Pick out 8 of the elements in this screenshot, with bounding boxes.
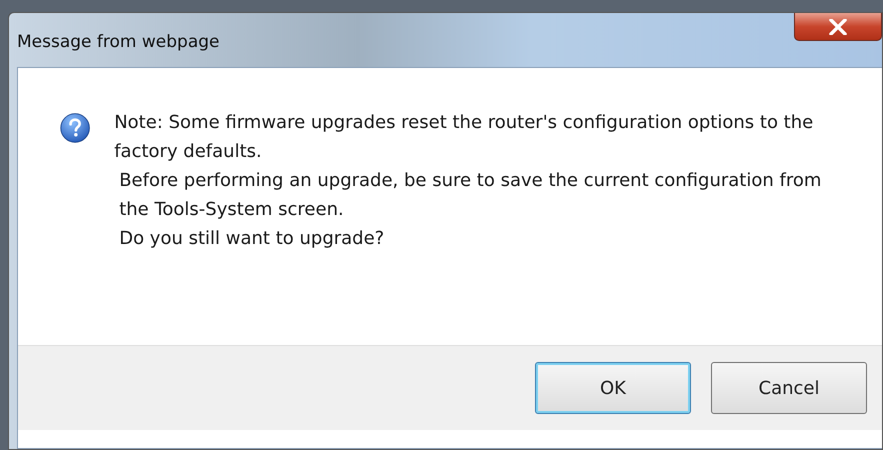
close-icon (829, 18, 847, 34)
message-text: Note: Some firmware upgrades reset the router's configuration options to the factory defaults. (114, 111, 814, 164)
ok-button[interactable]: OK (535, 362, 691, 414)
window-title: Message from webpage (17, 31, 220, 52)
cancel-button[interactable]: Cancel (711, 362, 867, 414)
close-button[interactable] (794, 13, 882, 41)
message-text: Do you still want to upgrade? (118, 227, 386, 251)
message-text: Before performing an upgrade, be sure to save the current configuration from the Tools-System screen. (118, 169, 822, 222)
